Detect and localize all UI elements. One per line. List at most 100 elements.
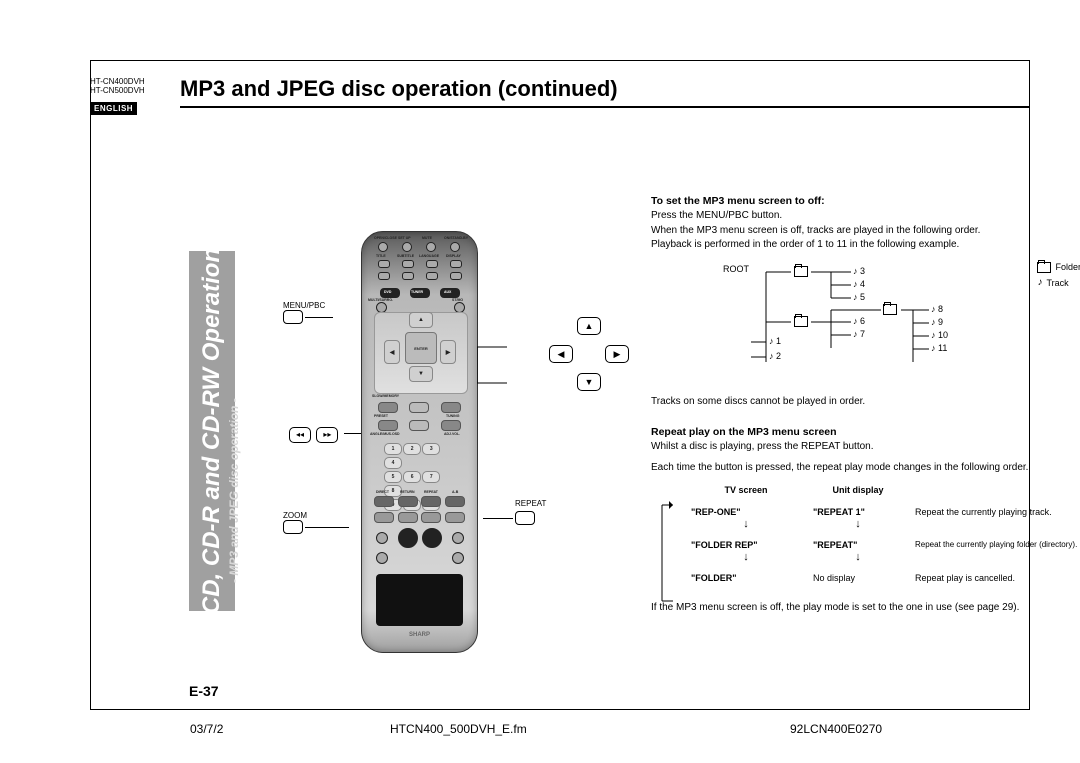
folder-icon — [1037, 262, 1051, 273]
section2-footnote: If the MP3 menu screen is off, the play … — [651, 602, 1080, 615]
track-4: ♪ 4 — [853, 279, 865, 290]
source-dvd-label: DVD — [384, 290, 391, 294]
row1-tv: "REP-ONE" ↓ — [685, 503, 807, 536]
track-2: ♪ 2 — [769, 351, 781, 362]
control-row-a — [372, 402, 467, 413]
connector-line — [305, 317, 333, 318]
row1-unit: "REPEAT 1" ↓ — [807, 503, 909, 536]
language-label: LANGUAGE — [419, 254, 439, 258]
tuning-label: TUNING — [446, 414, 459, 418]
btm-label-2: RETURN — [400, 490, 415, 494]
folder-icon — [794, 266, 808, 277]
arrow-cluster: ▲ ◀ ▶ ▼ — [549, 323, 639, 393]
num-1: 1 — [384, 443, 402, 455]
subtitle-button — [402, 260, 414, 268]
ctrl-btn — [378, 420, 398, 431]
ctrl-btn — [409, 402, 429, 413]
page-frame: E-37 CD, CD-R and CD-RW Operation - MP3 … — [90, 60, 1030, 710]
direct-btn — [374, 496, 394, 507]
side-tab-subtitle: - MP3 and JPEG disc operation - — [227, 398, 241, 583]
ctrl-btn — [378, 402, 398, 413]
footer-code: 92LCN400E0270 — [790, 722, 990, 736]
section1-p1: Press the MENU/PBC button. — [651, 210, 1080, 223]
ctrl-btn — [421, 512, 441, 523]
dpad: ▲ ▼ ◀ ▶ ENTER — [390, 318, 450, 378]
dpad-left: ◀ — [384, 340, 400, 364]
track-5: ♪ 5 — [853, 292, 865, 303]
remote-display — [376, 574, 463, 626]
ch-down-btn — [376, 552, 388, 564]
connector-line — [305, 527, 349, 528]
callout-repeat-button — [515, 511, 535, 525]
footer-date: 03/7/2 — [90, 722, 390, 736]
dpad-down: ▼ — [409, 366, 433, 382]
folder-icon — [883, 304, 897, 315]
ctrl-btn — [441, 402, 461, 413]
section2-p2: Each time the button is pressed, the rep… — [651, 462, 1080, 475]
section1-heading: To set the MP3 menu screen to off: — [651, 195, 1080, 208]
section1-p3: Playback is performed in the order of 1 … — [651, 239, 1080, 252]
row3-tv: "FOLDER" — [685, 569, 807, 588]
lead-bracket — [651, 503, 685, 589]
open-close-label: OPEN/CLOSE — [374, 236, 397, 240]
track-6: ♪ 6 — [853, 316, 865, 327]
content-column: To set the MP3 menu screen to off: Press… — [651, 189, 1080, 617]
title-label: TITLE — [376, 254, 386, 258]
track-3: ♪ 3 — [853, 266, 865, 277]
vol-up-btn — [452, 532, 464, 544]
row2-tv: "FOLDER REP" ↓ — [685, 536, 807, 569]
root-label: ROOT — [723, 264, 749, 275]
angle-label: ANGLE/MUS.OSD — [370, 432, 400, 436]
callout-menu-pbc: MENU/PBC — [283, 301, 333, 324]
repeat-btn — [421, 496, 441, 507]
ctrl-btn — [398, 512, 418, 523]
callout-menu-pbc-button — [283, 310, 303, 324]
track-7: ♪ 7 — [853, 329, 865, 340]
btm-label-3: REPEAT — [424, 490, 438, 494]
ab-btn — [445, 496, 465, 507]
enter-label: ENTER — [414, 346, 428, 351]
section2-p1: Whilst a disc is playing, press the REPE… — [651, 441, 1080, 454]
title-bar: MP3 and JPEG disc operation (continued) — [180, 76, 1030, 108]
note-icon: ♪ — [1037, 277, 1042, 290]
play-pause-btn — [422, 528, 442, 548]
remote-btn — [426, 272, 438, 280]
row2-desc: Repeat the currently playing folder (dir… — [909, 536, 1080, 569]
ctrl-btn — [409, 420, 429, 431]
track-10: ♪ 10 — [931, 330, 948, 341]
control-row-b — [372, 420, 467, 431]
page-number: E-37 — [189, 683, 219, 699]
callout-menu-pbc-label: MENU/PBC — [283, 301, 333, 310]
num-4: 4 — [384, 457, 402, 469]
setup-label: SET UP — [398, 236, 411, 240]
model-2: HT-CN500DVH — [90, 87, 145, 96]
row3-desc: Repeat play is cancelled. — [909, 569, 1080, 588]
num-7: 7 — [422, 471, 440, 483]
subtitle-label: SUBTITLE — [397, 254, 414, 258]
bottom-row-1 — [372, 496, 467, 507]
ctrl-btn — [441, 420, 461, 431]
dpad-up: ▲ — [409, 312, 433, 328]
btm-label-1: DIRECT — [376, 490, 389, 494]
source-aux-label: AUX — [444, 290, 451, 294]
remote-menu-pbc-button — [378, 272, 390, 280]
row3-unit: No display — [807, 569, 909, 588]
preset-label: PRESET — [374, 414, 388, 418]
remote-inner: OPEN/CLOSE SET UP MUTE ON/STAND-BY TITLE… — [362, 232, 477, 652]
footer-meta: 03/7/2 HTCN400_500DVH_E.fm 92LCN400E0270 — [90, 722, 1030, 736]
connector-line — [483, 518, 513, 519]
remote-area: MENU/PBC ZOOM ◂◂ ▸▸ — [291, 231, 621, 681]
callout-repeat-label: REPEAT — [515, 499, 546, 508]
section1-p2: When the MP3 menu screen is off, tracks … — [651, 225, 1080, 238]
display-button — [450, 260, 462, 268]
language-box: ENGLISH — [90, 102, 137, 115]
remote-zoom-button — [450, 272, 462, 280]
folder-tree-diagram: ROOT ♪ 3 ♪ 4 ♪ 5 ♪ 6 ♪ 7 ♪ 8 ♪ 9 ♪ 10 ♪ … — [651, 262, 1080, 382]
arrow-down-icon: ↓ — [813, 551, 903, 565]
folder-icon — [794, 316, 808, 327]
ctrl-btn — [445, 512, 465, 523]
language-button — [426, 260, 438, 268]
title-button — [378, 260, 390, 268]
num-5: 5 — [384, 471, 402, 483]
arrow-down-icon: ↓ — [813, 518, 903, 532]
